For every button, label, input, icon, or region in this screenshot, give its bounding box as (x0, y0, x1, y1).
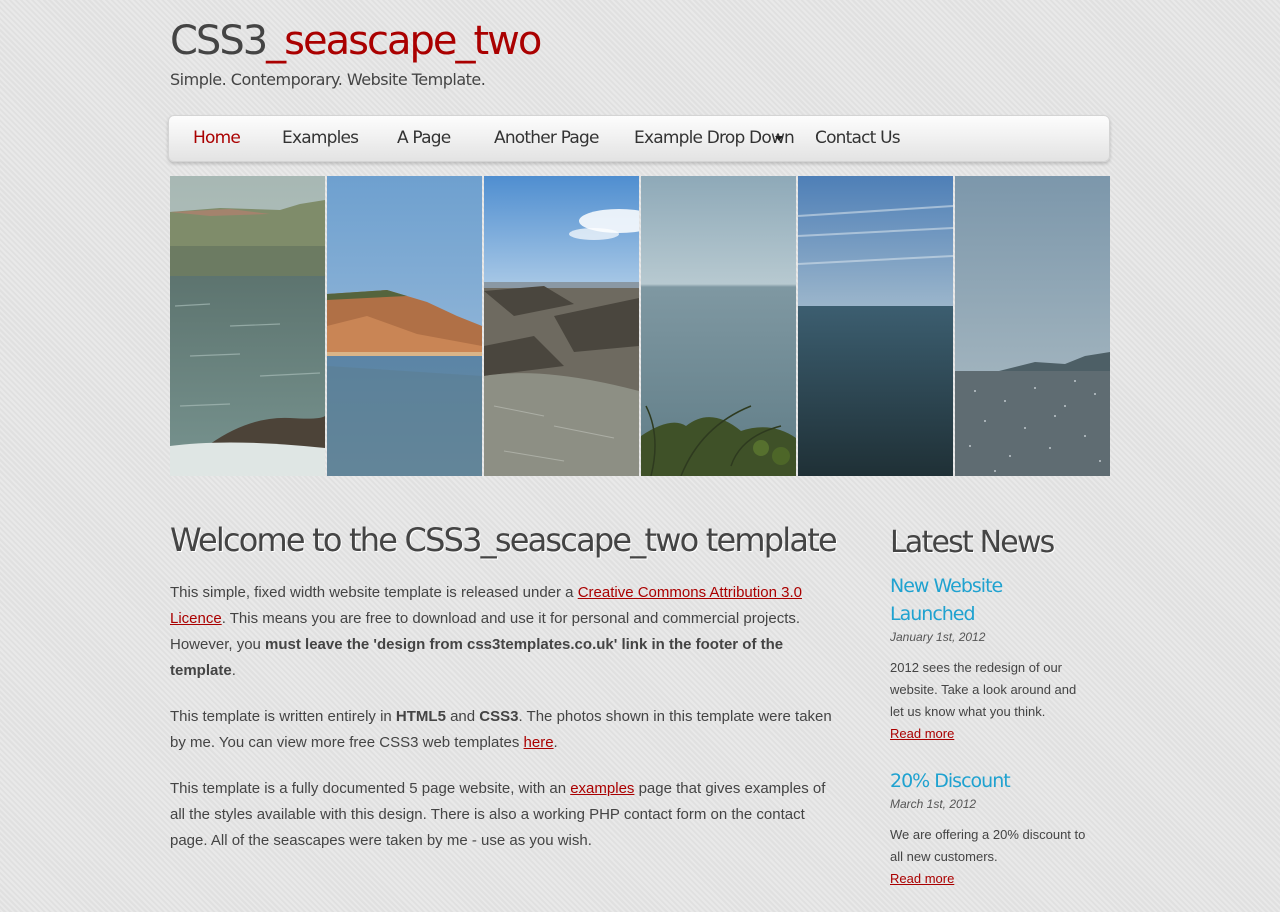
page-heading: Welcome to the CSS3_seascape_two templat… (170, 521, 838, 559)
seascape-4-image (641, 176, 796, 476)
news-text: We are offering a 20% discount to all ne… (890, 827, 1086, 864)
nav-item-another-page[interactable]: Another Page (494, 116, 599, 160)
intro-paragraph: This simple, fixed width website templat… (170, 584, 802, 679)
tech-paragraph: This template is written entirely in HTM… (170, 708, 832, 751)
news-title: 20% Discount (890, 770, 1011, 792)
news-title: New Website Launched (890, 575, 1003, 625)
seascape-5-image (798, 176, 953, 476)
templates-here-link[interactable]: here (524, 734, 554, 751)
site-slogan: Simple. Contemporary. Website Template. (170, 70, 486, 89)
site-title[interactable]: CSS3_seascape_two (170, 15, 542, 67)
news-text: 2012 sees the redesign of our website. T… (890, 660, 1077, 719)
latest-news-heading: Latest News (890, 525, 1055, 560)
news-item: 20% Discount March 1st, 2012 We are offe… (890, 767, 1090, 890)
read-more-link[interactable]: Read more (890, 871, 954, 886)
examples-paragraph: This template is a fully documented 5 pa… (170, 780, 826, 849)
examples-link[interactable]: examples (570, 780, 634, 797)
chevron-down-icon[interactable] (775, 136, 783, 141)
news-date: March 1st, 2012 (890, 797, 977, 811)
menubar: Home Examples A Page Another Page Exampl… (168, 115, 1110, 162)
nav-item-contact-us[interactable]: Contact Us (815, 116, 901, 160)
seascape-3-image (484, 176, 639, 476)
sidebar: Latest News New Website Launched January… (890, 522, 1090, 912)
main-content: Welcome to the CSS3_seascape_two templat… (170, 518, 840, 874)
seascape-2-image (327, 176, 482, 476)
news-date: January 1st, 2012 (890, 630, 986, 644)
seascape-1-image (170, 176, 325, 476)
banner (170, 176, 1110, 476)
nav-item-example-drop-down[interactable]: Example Drop Down (634, 116, 795, 160)
nav-item-examples[interactable]: Examples (282, 116, 359, 160)
seascape-6-image (955, 176, 1110, 476)
site-logo[interactable]: CSS3_seascape_two Simple. Contemporary. … (170, 15, 542, 93)
nav-item-a-page[interactable]: A Page (397, 116, 451, 160)
nav-item-home[interactable]: Home (193, 116, 241, 160)
news-item: New Website Launched January 1st, 2012 2… (890, 572, 1090, 745)
read-more-link[interactable]: Read more (890, 726, 954, 741)
